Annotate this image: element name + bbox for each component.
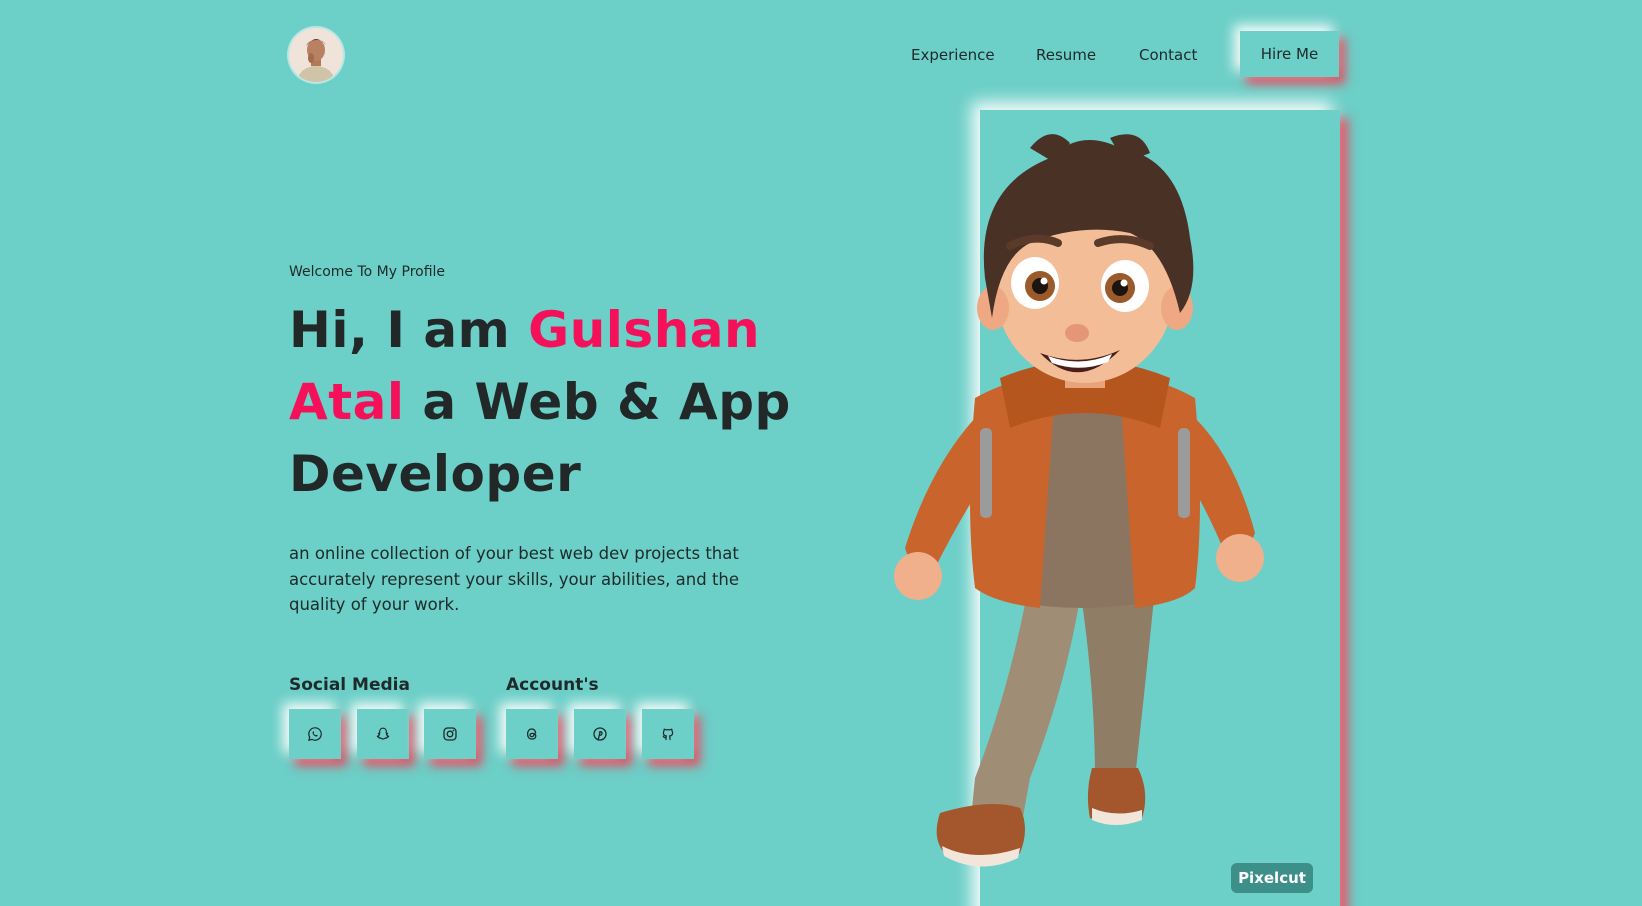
hero-headline: Hi, I am Gulshan Atal a Web & App Develo… xyxy=(289,294,829,510)
instagram-icon xyxy=(443,727,457,741)
portfolio-page: Experience Resume Contact Hire Me Welcom… xyxy=(0,0,1642,906)
cartoon-character-illustration xyxy=(894,134,1264,867)
pixelcut-watermark: Pixelcut xyxy=(1231,863,1313,893)
github-button[interactable] xyxy=(642,709,694,759)
hire-me-button[interactable]: Hire Me xyxy=(1240,31,1339,77)
whatsapp-icon xyxy=(308,727,322,742)
instagram-button[interactable] xyxy=(424,709,476,759)
snapchat-icon xyxy=(376,727,390,740)
profile-avatar[interactable] xyxy=(289,28,343,82)
pinterest-icon xyxy=(593,727,607,741)
hero-description: an online collection of your best web de… xyxy=(289,544,740,614)
accounts-title: Account's xyxy=(506,675,599,695)
welcome-text: Welcome To My Profile xyxy=(289,264,446,280)
threads-icon xyxy=(526,728,537,740)
github-icon xyxy=(662,728,674,741)
nav-resume[interactable]: Resume xyxy=(1036,46,1096,64)
snapchat-button[interactable] xyxy=(357,709,409,759)
whatsapp-button[interactable] xyxy=(289,709,341,759)
avatar-photo xyxy=(289,28,343,82)
nav-experience[interactable]: Experience xyxy=(911,46,995,64)
pinterest-button[interactable] xyxy=(574,709,626,759)
headline-intro: Hi, I am xyxy=(289,301,529,359)
nav-contact[interactable]: Contact xyxy=(1139,46,1197,64)
threads-button[interactable] xyxy=(506,709,558,759)
social-media-title: Social Media xyxy=(289,675,410,695)
